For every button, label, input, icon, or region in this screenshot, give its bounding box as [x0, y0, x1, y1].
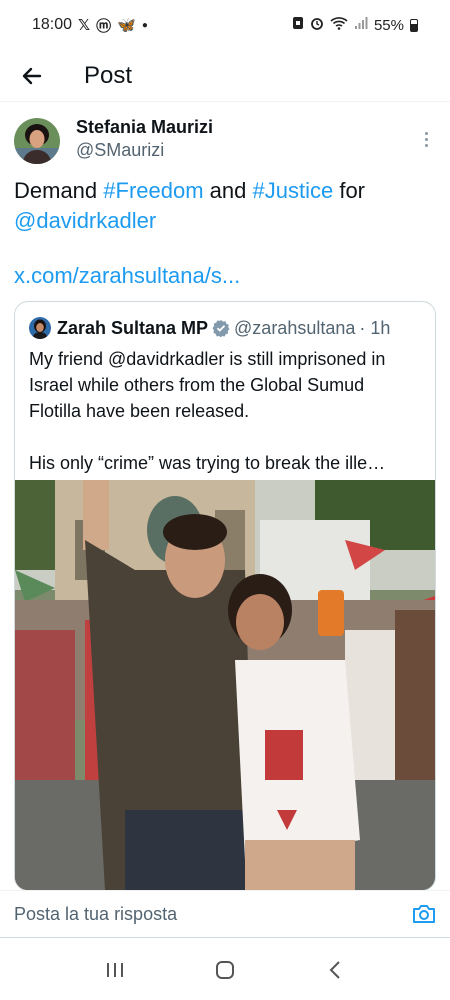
alarm-icon [310, 16, 324, 34]
post-author-row: Stefania Maurizi @SMaurizi [0, 110, 450, 168]
post-body: Demand #Freedom and #Justice for @davidrk… [0, 168, 450, 236]
quote-timestamp: · 1h [359, 317, 391, 338]
recent-apps-icon [107, 963, 123, 977]
post-url-link[interactable]: x.com/zarahsultana/s... [0, 236, 450, 290]
camera-icon [413, 905, 435, 923]
wifi-icon [330, 16, 348, 34]
system-back-button[interactable] [315, 950, 355, 990]
hashtag-freedom-link[interactable]: #Freedom [103, 178, 203, 203]
signal-icon [354, 16, 368, 34]
post-text-suffix: for [333, 178, 366, 203]
status-time: 18:00 [32, 16, 73, 33]
x-app-icon: 𝕏 [78, 17, 91, 34]
chevron-left-icon [329, 961, 340, 979]
more-options-button[interactable] [416, 132, 436, 147]
author-handle[interactable]: @SMaurizi [76, 138, 213, 162]
arrow-left-icon [22, 67, 42, 84]
quote-avatar [29, 317, 51, 339]
post-text-prefix: Demand [14, 178, 104, 203]
data-saver-icon [292, 16, 304, 34]
quote-author-handle: @zarahsultana [234, 317, 356, 338]
hashtag-justice-link[interactable]: #Justice [253, 178, 334, 203]
back-button[interactable] [0, 50, 64, 102]
recent-apps-button[interactable] [95, 950, 135, 990]
status-bar: 18:00 𝕏 ⓜ 🦋 ● 55% [0, 0, 450, 50]
quote-paragraph: His only “crime” was trying to break the… [29, 453, 386, 473]
quoted-post[interactable]: Zarah Sultana MP @zarahsultana · 1h My f… [14, 301, 436, 891]
bluesky-icon: 🦋 [117, 17, 136, 34]
battery-percent: 55% [373, 16, 404, 34]
quote-author-name: Zarah Sultana MP [57, 317, 209, 338]
quote-photo[interactable] [15, 480, 435, 890]
quote-body: My friend @davidrkadler is still impriso… [15, 342, 435, 476]
mastodon-icon: ⓜ [96, 17, 112, 35]
quote-paragraph: My friend @davidrkadler is still impriso… [29, 349, 386, 421]
main-post: Stefania Maurizi @SMaurizi Demand #Freed… [0, 110, 450, 290]
page-title: Post [84, 61, 133, 89]
system-nav-bar [0, 940, 450, 1000]
author-name[interactable]: Stefania Maurizi [76, 116, 213, 138]
top-app-bar: Post [0, 50, 450, 102]
home-button[interactable] [205, 950, 245, 990]
camera-button[interactable] [412, 903, 436, 925]
verified-badge-icon [212, 319, 230, 337]
battery-icon [410, 18, 418, 32]
quote-header: Zarah Sultana MP @zarahsultana · 1h [15, 302, 435, 342]
home-icon [216, 961, 234, 979]
avatar[interactable] [14, 118, 60, 164]
mention-link[interactable]: @davidrkadler [14, 208, 156, 233]
reply-bar: Posta la tua risposta [0, 890, 450, 938]
notification-dot-icon: ● [141, 19, 148, 31]
post-text-middle: and [203, 178, 253, 203]
reply-input[interactable]: Posta la tua risposta [14, 904, 177, 925]
